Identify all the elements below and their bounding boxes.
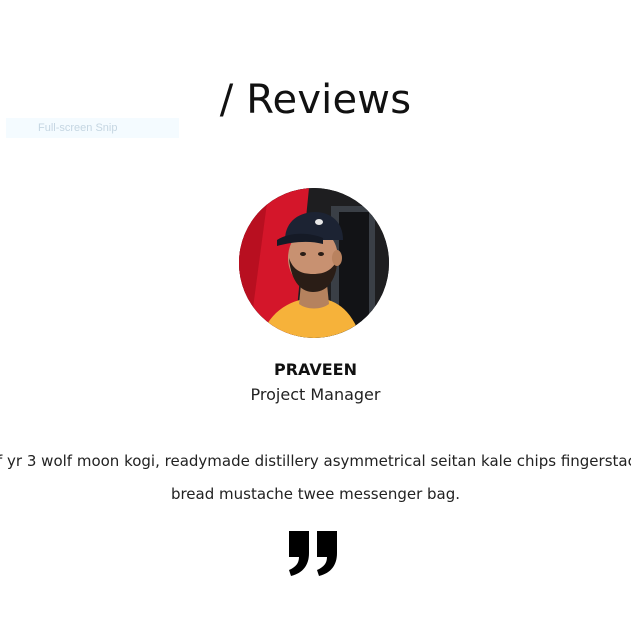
snip-tooltip: Full-screen Snip <box>6 118 179 138</box>
reviewer-avatar <box>239 188 389 338</box>
reviews-page: / Reviews Full-screen Snip PRAVEEN Proje… <box>0 0 631 631</box>
reviewer-name: PRAVEEN <box>274 360 357 379</box>
closing-quote-icon <box>287 529 341 577</box>
reviewer-role: Project Manager <box>250 385 381 404</box>
review-text-line-2: bread mustache twee messenger bag. <box>170 485 461 503</box>
review-text-line-1: f yr 3 wolf moon kogi, readymade distill… <box>0 452 631 470</box>
reviewer-photo-image <box>239 188 389 338</box>
